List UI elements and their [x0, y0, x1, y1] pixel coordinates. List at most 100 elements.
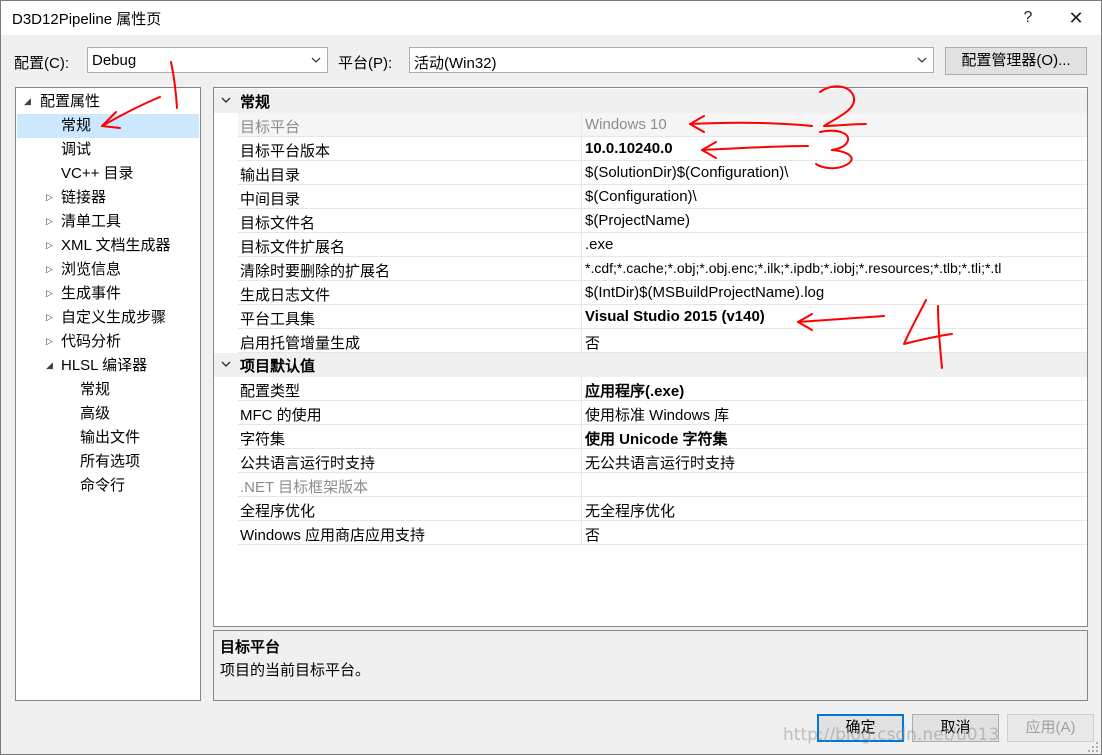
property-value: $(SolutionDir)$(Configuration)\: [585, 164, 789, 181]
property-name: Windows 应用商店应用支持: [240, 527, 426, 544]
window-title: D3D12Pipeline 属性页: [12, 11, 162, 28]
property-row[interactable]: 中间目录 $(Configuration)\: [238, 185, 1087, 209]
resize-grip-icon[interactable]: [1087, 741, 1099, 753]
tree-item-vc-directories[interactable]: VC++ 目录: [61, 162, 134, 186]
property-value: 无全程序优化: [585, 503, 676, 520]
column-divider: [581, 161, 582, 185]
column-divider: [581, 185, 582, 209]
property-name: 目标平台: [240, 119, 301, 136]
apply-button[interactable]: 应用(A): [1007, 714, 1094, 742]
tree-item-build-events[interactable]: 生成事件: [61, 282, 121, 306]
property-name: 全程序优化: [240, 503, 316, 520]
property-row[interactable]: 目标文件名 $(ProjectName): [238, 209, 1087, 233]
column-divider: [581, 233, 582, 257]
config-dropdown[interactable]: Debug: [87, 47, 328, 73]
tree-item-hlsl-all-options[interactable]: 所有选项: [80, 450, 140, 474]
column-divider: [581, 425, 582, 449]
tree-item-hlsl-general[interactable]: 常规: [80, 378, 110, 402]
config-label: 配置(C):: [14, 55, 69, 72]
property-name: 配置类型: [240, 383, 301, 400]
description-pane: 目标平台 项目的当前目标平台。: [213, 630, 1088, 701]
property-value: Visual Studio 2015 (v140): [585, 308, 765, 325]
property-value: 使用标准 Windows 库: [585, 407, 730, 424]
column-divider: [581, 449, 582, 473]
property-row[interactable]: 启用托管增量生成 否: [238, 329, 1087, 353]
tree-item-code-analysis[interactable]: 代码分析: [61, 330, 121, 354]
column-divider: [581, 401, 582, 425]
property-row[interactable]: 生成日志文件 $(IntDir)$(MSBuildProjectName).lo…: [238, 281, 1087, 305]
tree-item-hlsl-output-files[interactable]: 输出文件: [80, 426, 140, 450]
category-project-defaults[interactable]: 项目默认值: [214, 353, 1087, 377]
property-row[interactable]: 平台工具集 Visual Studio 2015 (v140): [238, 305, 1087, 329]
collapsed-arrow-icon[interactable]: ▷: [46, 264, 53, 275]
tree-item-hlsl-advanced[interactable]: 高级: [80, 402, 110, 426]
title-bar: D3D12Pipeline 属性页 ? ✕: [1, 1, 1101, 35]
property-value: 无公共语言运行时支持: [585, 455, 736, 472]
property-pages-window: D3D12Pipeline 属性页 ? ✕ 配置(C): Debug 平台(P)…: [0, 0, 1102, 755]
column-divider: [581, 281, 582, 305]
tree-item-manifest-tool[interactable]: 清单工具: [61, 210, 121, 234]
tree-item-browse-info[interactable]: 浏览信息: [61, 258, 121, 282]
collapsed-arrow-icon[interactable]: ▷: [46, 240, 53, 251]
column-divider: [581, 137, 582, 161]
chevron-down-icon: [311, 57, 321, 63]
property-value: Windows 10: [585, 116, 667, 133]
tree-item-debugging[interactable]: 调试: [61, 138, 91, 162]
property-row[interactable]: 输出目录 $(SolutionDir)$(Configuration)\: [238, 161, 1087, 185]
property-row[interactable]: 目标平台 Windows 10: [238, 113, 1087, 137]
collapsed-arrow-icon[interactable]: ▷: [46, 312, 53, 323]
column-divider: [581, 473, 582, 497]
property-row[interactable]: 清除时要删除的扩展名 *.cdf;*.cache;*.obj;*.obj.enc…: [238, 257, 1087, 281]
property-name: 平台工具集: [240, 311, 316, 328]
property-row[interactable]: 目标文件扩展名 .exe: [238, 233, 1087, 257]
tree-item-general[interactable]: 常规: [17, 114, 199, 138]
property-row[interactable]: .NET 目标框架版本: [238, 473, 1087, 497]
property-name: .NET 目标框架版本: [240, 479, 369, 496]
property-value: $(ProjectName): [585, 212, 691, 229]
tree-item-label: 常规: [61, 117, 92, 134]
tree-item-hlsl-compiler[interactable]: HLSL 编译器: [61, 354, 147, 378]
tree-item-hlsl-command-line[interactable]: 命令行: [80, 474, 125, 498]
property-value: $(Configuration)\: [585, 188, 697, 205]
config-value: Debug: [92, 52, 137, 69]
column-divider: [581, 329, 582, 353]
collapsed-arrow-icon[interactable]: ▷: [46, 288, 53, 299]
property-row[interactable]: 目标平台版本 10.0.10240.0: [238, 137, 1087, 161]
collapsed-arrow-icon[interactable]: ▷: [46, 336, 53, 347]
collapsed-arrow-icon[interactable]: ▷: [46, 192, 53, 203]
column-divider: [581, 209, 582, 233]
property-row[interactable]: 配置类型 应用程序(.exe): [238, 377, 1087, 401]
help-button[interactable]: ?: [1013, 6, 1043, 30]
property-value: .exe: [585, 236, 614, 253]
tree-item-xml-doc-generator[interactable]: XML 文档生成器: [61, 234, 170, 258]
property-row[interactable]: 字符集 使用 Unicode 字符集: [238, 425, 1087, 449]
tree-item-config-properties[interactable]: 配置属性: [40, 90, 100, 114]
chevron-down-icon: [221, 97, 231, 103]
category-general[interactable]: 常规: [214, 89, 1087, 113]
collapsed-arrow-icon[interactable]: ▷: [46, 216, 53, 227]
property-value: *.cdf;*.cache;*.obj;*.obj.enc;*.ilk;*.ip…: [585, 260, 1002, 276]
property-row[interactable]: 公共语言运行时支持 无公共语言运行时支持: [238, 449, 1087, 473]
category-name: 项目默认值: [240, 358, 316, 375]
tree-item-custom-build-step[interactable]: 自定义生成步骤: [61, 306, 166, 330]
property-row[interactable]: 全程序优化 无全程序优化: [238, 497, 1087, 521]
expanded-arrow-icon[interactable]: ◢: [24, 96, 31, 107]
platform-dropdown[interactable]: 活动(Win32): [409, 47, 934, 73]
expanded-arrow-icon[interactable]: ◢: [46, 360, 53, 371]
column-divider: [581, 257, 582, 281]
property-value: 使用 Unicode 字符集: [585, 431, 728, 448]
column-divider: [581, 521, 582, 545]
property-value: 10.0.10240.0: [585, 140, 673, 157]
property-tree: ◢ 配置属性 常规 调试 VC++ 目录 ▷ 链接器 ▷ 清单工具 ▷ XML …: [15, 87, 201, 701]
platform-value: 活动(Win32): [414, 55, 497, 72]
tree-item-linker[interactable]: 链接器: [61, 186, 106, 210]
property-name: 字符集: [240, 431, 286, 448]
chevron-down-icon: [221, 361, 231, 367]
close-button[interactable]: ✕: [1061, 6, 1091, 30]
property-row[interactable]: MFC 的使用 使用标准 Windows 库: [238, 401, 1087, 425]
property-row[interactable]: Windows 应用商店应用支持 否: [238, 521, 1087, 545]
property-value: 应用程序(.exe): [585, 383, 685, 400]
config-manager-button[interactable]: 配置管理器(O)...: [945, 47, 1087, 75]
column-divider: [581, 497, 582, 521]
category-name: 常规: [240, 94, 271, 111]
